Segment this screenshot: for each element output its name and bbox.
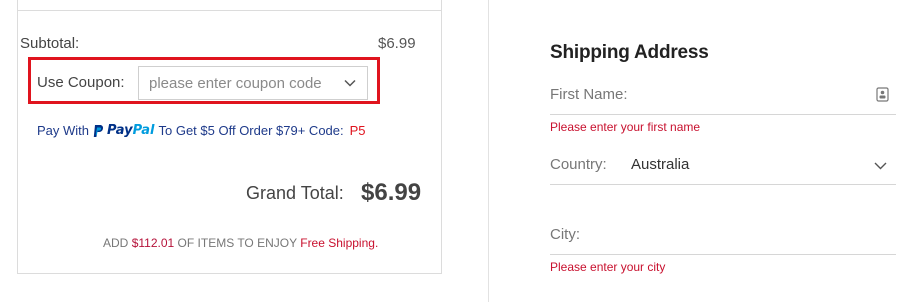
paypal-logo-pay: Pay: [107, 123, 133, 138]
panel-divider: [488, 0, 489, 302]
subtotal-label: Subtotal:: [20, 35, 80, 52]
grand-total-value: $6.99: [361, 179, 422, 206]
free-shipping-amount: $112.01: [131, 236, 175, 250]
paypal-promo-text: To Get $5 Off Order $79+ Code:: [158, 123, 344, 138]
chevron-down-icon: [344, 79, 356, 87]
chevron-down-icon: [874, 162, 887, 170]
contact-card-icon[interactable]: [876, 87, 889, 102]
city-input[interactable]: [550, 222, 896, 250]
subtotal-value: $6.99: [378, 35, 416, 52]
coupon-label: Use Coupon:: [37, 74, 125, 91]
coupon-placeholder: please enter coupon code: [149, 75, 322, 92]
country-label: Country:: [550, 156, 607, 173]
free-shipping-link[interactable]: Free Shipping.: [300, 236, 378, 250]
first-name-underline: [550, 114, 896, 115]
shipping-address-title: Shipping Address: [550, 42, 709, 63]
country-underline: [550, 184, 896, 185]
country-value: Australia: [631, 156, 690, 173]
first-name-error: Please enter your first name: [550, 120, 701, 134]
free-shipping-note: ADD $112.01 OF ITEMS TO ENJOY Free Shipp…: [103, 236, 378, 250]
free-shipping-middle: OF ITEMS TO ENJOY: [177, 236, 297, 250]
grand-total-label: Grand Total:: [246, 183, 344, 203]
free-shipping-prefix: ADD: [103, 236, 129, 250]
city-underline: [550, 254, 896, 255]
paypal-promo: Pay With Pay Pal To Get $5 Off Order $79+…: [37, 123, 366, 138]
city-error: Please enter your city: [550, 260, 666, 274]
paypal-p-icon: [93, 124, 104, 137]
summary-divider: [18, 10, 441, 11]
city-label: City:: [550, 226, 580, 243]
coupon-select[interactable]: please enter coupon code: [138, 66, 368, 100]
first-name-label: First Name:: [550, 86, 628, 103]
paypal-logo-pal: Pal: [132, 123, 155, 138]
paypal-promo-code: P5: [349, 123, 366, 138]
paypal-logo-icon: Pay Pal: [93, 123, 155, 138]
paypal-promo-prefix: Pay With: [37, 123, 90, 138]
